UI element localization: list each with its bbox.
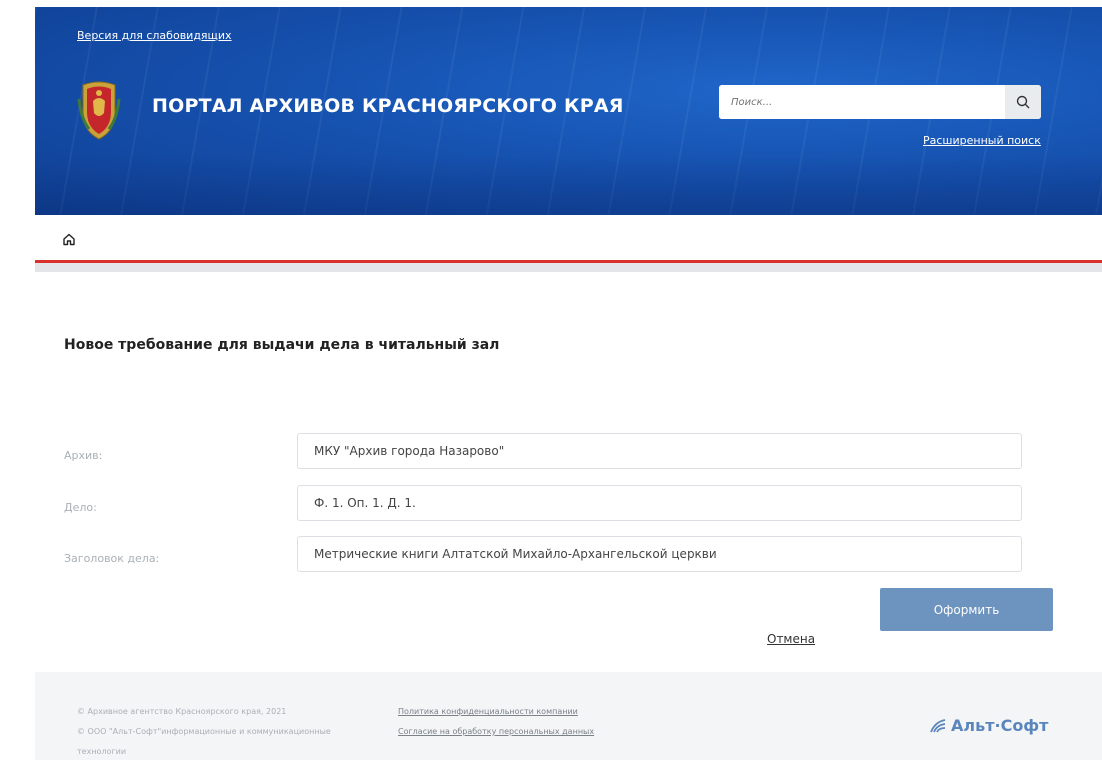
magnifier-icon [1016,95,1030,109]
grey-divider [35,263,1102,272]
altsoft-logo-icon [930,718,946,732]
footer-copyright-company: © ООО "Альт-Софт"информационные и коммун… [77,727,331,736]
page-title: Новое требование для выдачи дела в читал… [64,337,500,353]
field-label-case: Дело: [64,501,97,514]
breadcrumb-bar [35,215,1102,260]
search-input[interactable] [719,85,1005,119]
field-label-archive: Архив: [64,449,103,462]
cancel-link[interactable]: Отмена [767,632,815,646]
search-button[interactable] [1005,85,1041,119]
site-header: Версия для слабовидящих ПОРТАЛ АРХИВОВ К… [35,7,1102,215]
submit-button[interactable]: Оформить [880,588,1053,631]
site-footer: © Архивное агентство Красноярского края,… [35,672,1102,760]
advanced-search-link[interactable]: Расширенный поиск [923,134,1041,147]
home-icon[interactable] [62,232,76,246]
portal-title: ПОРТАЛ АРХИВОВ КРАСНОЯРСКОГО КРАЯ [152,95,624,117]
coat-of-arms-icon [77,81,121,140]
left-gutter [0,0,35,760]
accessibility-version-link[interactable]: Версия для слабовидящих [77,29,232,42]
data-consent-link[interactable]: Согласие на обработку персональных данны… [398,727,594,736]
search-box [719,85,1041,119]
footer-copyright-agency: © Архивное агентство Красноярского края,… [77,707,287,716]
field-label-case-title: Заголовок дела: [64,552,160,565]
case-field[interactable]: Ф. 1. Оп. 1. Д. 1. [297,485,1022,521]
archive-field[interactable]: МКУ "Архив города Назарово" [297,433,1022,469]
footer-copyright-company-cont: технологии [77,747,127,756]
altsoft-logo-text: Альт·Софт [951,716,1049,735]
altsoft-logo: Альт·Софт [929,716,1048,735]
case-title-field[interactable]: Метрические книги Алтатской Михайло-Арха… [297,536,1022,572]
privacy-policy-link[interactable]: Политика конфиденциальности компании [398,707,578,716]
